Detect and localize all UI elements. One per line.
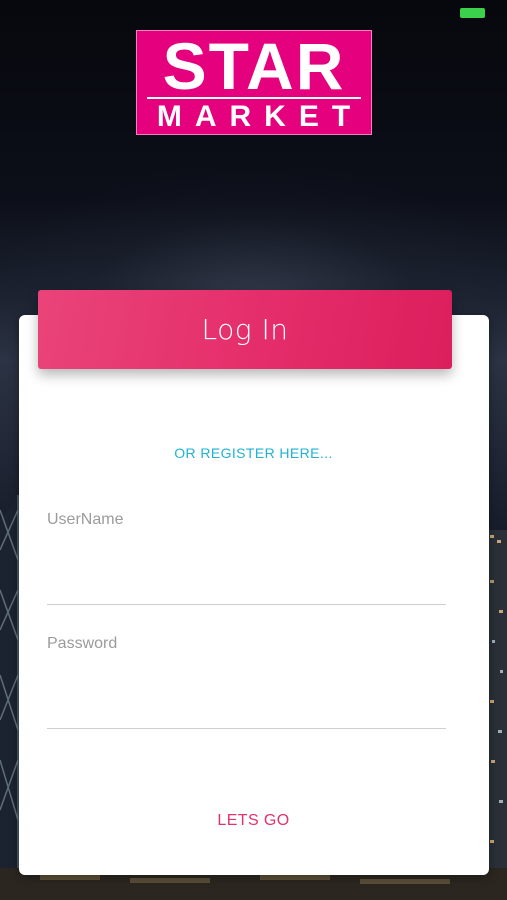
star-market-logo: STAR MARKET <box>136 30 372 135</box>
login-header: Log In <box>38 290 452 369</box>
password-label: Password <box>47 635 118 652</box>
login-screen: STAR MARKET Log In OR REGISTER HERE... U… <box>0 0 507 900</box>
logo-line-market: MARKET <box>156 100 364 133</box>
password-input[interactable] <box>47 685 446 729</box>
lets-go-button[interactable]: LETS GO <box>0 812 507 830</box>
battery-icon <box>460 8 485 18</box>
login-title: Log In <box>201 313 289 346</box>
register-link[interactable]: OR REGISTER HERE... <box>0 445 507 461</box>
logo-divider <box>147 97 361 99</box>
username-input[interactable] <box>47 561 446 605</box>
logo-line-star: STAR <box>162 29 346 103</box>
username-label: UserName <box>47 511 124 528</box>
